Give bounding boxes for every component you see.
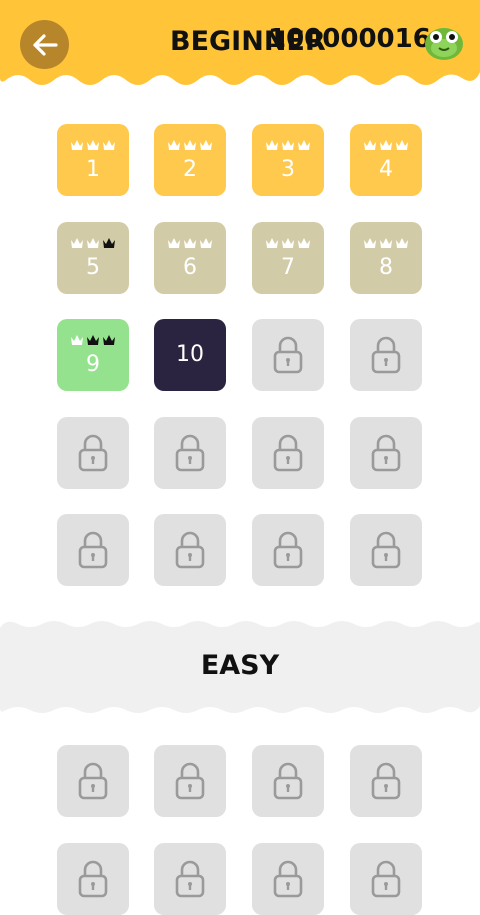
crown-empty-icon: [71, 237, 83, 248]
crown-empty-icon: [71, 140, 83, 150]
lock-icon: [273, 762, 303, 800]
coin-score: 100000016: [268, 24, 431, 54]
crown-empty-icon: [200, 237, 212, 248]
crown-empty-icon: [87, 237, 99, 248]
level-number: 9: [86, 352, 100, 377]
level-tile-6[interactable]: 6: [154, 221, 226, 294]
crown-rating: [265, 237, 311, 251]
crown-rating: [70, 334, 116, 348]
crown-empty-icon: [266, 237, 278, 248]
level-number: 3: [281, 157, 295, 182]
level-tile-locked: [350, 416, 422, 489]
lock-icon: [175, 434, 205, 471]
section-title-easy: Easy: [200, 650, 280, 681]
level-tile-locked: [252, 416, 324, 489]
crown-empty-icon: [71, 335, 83, 345]
crown-rating: [167, 139, 213, 153]
crown-empty-icon: [200, 140, 212, 150]
lock-icon: [175, 762, 205, 800]
level-tile-locked: [154, 842, 226, 915]
level-tile-locked: [252, 514, 324, 586]
level-tile-locked: [252, 745, 324, 817]
crown-empty-icon: [168, 140, 180, 150]
level-number: 1: [86, 157, 100, 182]
level-tile-2[interactable]: 2: [154, 124, 226, 196]
level-tile-locked: [252, 319, 324, 391]
lock-icon: [78, 762, 108, 800]
crown-filled-icon: [87, 335, 99, 345]
level-number: 8: [379, 254, 393, 280]
level-tile-locked: [350, 842, 422, 915]
level-tile-locked: [154, 514, 226, 586]
crown-empty-icon: [364, 140, 376, 150]
level-tile-5[interactable]: 5: [57, 221, 129, 294]
crown-empty-icon: [396, 237, 408, 248]
level-number: 7: [281, 254, 295, 280]
crown-empty-icon: [298, 237, 310, 248]
lock-icon: [175, 860, 205, 897]
level-tile-1[interactable]: 1: [57, 124, 129, 196]
level-number: 6: [183, 254, 197, 280]
lock-icon: [78, 434, 108, 471]
lock-icon: [273, 531, 303, 569]
level-tile-locked: [154, 416, 226, 489]
level-tile-locked: [57, 842, 129, 915]
level-tile-locked: [57, 416, 129, 489]
crown-empty-icon: [364, 237, 376, 248]
level-tile-locked: [57, 745, 129, 817]
crown-rating: [167, 237, 213, 251]
lock-icon: [273, 336, 303, 374]
crown-rating: [363, 139, 409, 153]
crown-empty-icon: [184, 237, 196, 248]
lock-icon: [78, 531, 108, 569]
level-tile-8[interactable]: 8: [350, 221, 422, 294]
lock-icon: [371, 762, 401, 800]
crown-empty-icon: [396, 140, 408, 150]
crown-empty-icon: [87, 140, 99, 150]
crown-rating: [70, 237, 116, 251]
crown-empty-icon: [380, 237, 392, 248]
arrow-left-icon: [32, 33, 58, 56]
lock-icon: [273, 860, 303, 897]
level-number: 10: [176, 342, 204, 367]
crown-filled-icon: [103, 237, 115, 248]
crown-empty-icon: [168, 237, 180, 248]
crown-empty-icon: [266, 140, 278, 150]
lock-icon: [371, 434, 401, 471]
back-button[interactable]: [20, 20, 69, 69]
crown-empty-icon: [282, 140, 294, 150]
level-tile-locked: [154, 745, 226, 817]
crown-rating: [363, 237, 409, 251]
level-number: 5: [86, 254, 100, 280]
level-number: 2: [183, 157, 197, 182]
level-tile-4[interactable]: 4: [350, 124, 422, 196]
crown-filled-icon: [103, 335, 115, 345]
crown-empty-icon: [282, 237, 294, 248]
crown-empty-icon: [380, 140, 392, 150]
lock-icon: [371, 860, 401, 897]
level-tile-locked: [350, 319, 422, 391]
crown-empty-icon: [298, 140, 310, 150]
level-tile-locked: [57, 514, 129, 586]
level-tile-locked: [252, 842, 324, 915]
level-tile-locked: [350, 745, 422, 817]
lock-icon: [371, 531, 401, 569]
crown-empty-icon: [103, 140, 115, 150]
level-tile-10[interactable]: 10: [154, 319, 226, 391]
level-tile-3[interactable]: 3: [252, 124, 324, 196]
level-tile-9[interactable]: 9: [57, 319, 129, 391]
level-tile-7[interactable]: 7: [252, 221, 324, 294]
crown-rating: [70, 139, 116, 153]
top-bar: Beginner 100000016: [0, 0, 480, 90]
level-number: 4: [379, 157, 393, 182]
lock-icon: [78, 860, 108, 897]
level-tile-locked: [350, 514, 422, 586]
lock-icon: [371, 336, 401, 374]
lock-icon: [175, 531, 205, 569]
crown-empty-icon: [184, 140, 196, 150]
crown-rating: [265, 139, 311, 153]
green-creature-avatar-icon[interactable]: [421, 18, 467, 64]
lock-icon: [273, 434, 303, 471]
